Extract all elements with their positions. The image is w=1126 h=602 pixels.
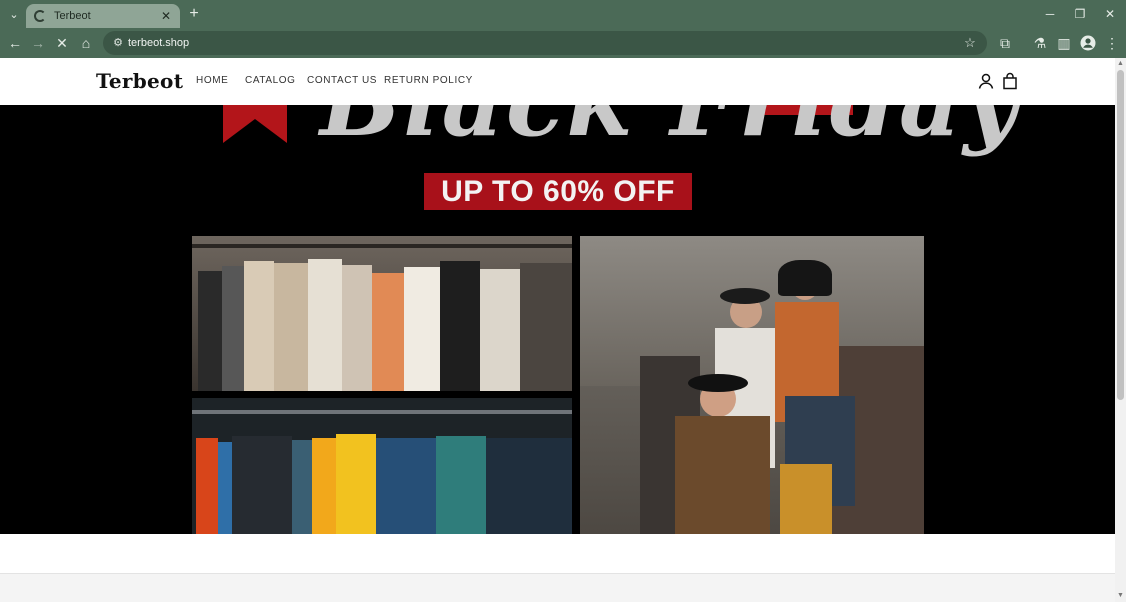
home-icon[interactable]: ⌂ — [75, 32, 97, 54]
side-panel-icon[interactable]: ▥ — [1053, 32, 1075, 54]
new-tab-icon[interactable]: + — [184, 4, 204, 24]
loading-spinner-icon — [34, 10, 46, 22]
scrollbar-thumb[interactable] — [1117, 70, 1124, 400]
hero-photo-clothing-rack — [192, 236, 572, 391]
extensions-icon[interactable]: ⧉ — [994, 32, 1016, 54]
minimize-icon[interactable]: ─ — [1035, 0, 1065, 28]
hero-photo-colorful-rack — [192, 398, 572, 534]
account-icon[interactable] — [977, 72, 995, 90]
nav-return-policy[interactable]: RETURN POLICY — [384, 75, 473, 86]
cart-bag-icon[interactable] — [1001, 72, 1019, 90]
site-info-icon[interactable]: ⚙ — [110, 35, 126, 51]
restore-icon[interactable]: ❐ — [1065, 0, 1095, 28]
hero-banner[interactable]: Black Friday UP TO 60% OFF — [0, 105, 1115, 534]
page-viewport: Terbeot HOME CATALOG CONTACT US RETURN P… — [0, 58, 1115, 602]
hero-script-heading: Black Friday — [320, 105, 1021, 158]
browser-menu-icon[interactable]: ⋮ — [1101, 32, 1123, 54]
content-section — [0, 534, 1115, 574]
promo-badge: UP TO 60% OFF — [424, 173, 692, 210]
site-header: Terbeot HOME CATALOG CONTACT US RETURN P… — [0, 58, 1115, 105]
tab-search-chevron-icon[interactable]: ⌄ — [4, 4, 24, 24]
ribbon-notch — [223, 119, 287, 143]
address-bar[interactable]: ⚙ terbeot.shop ☆ — [103, 31, 987, 55]
forward-icon[interactable]: → — [27, 32, 49, 54]
nav-contact-us[interactable]: CONTACT US — [307, 75, 377, 86]
url-text[interactable]: terbeot.shop — [128, 35, 189, 51]
site-logo[interactable]: Terbeot — [96, 69, 183, 93]
tab-close-icon[interactable]: ✕ — [158, 9, 174, 23]
labs-flask-icon[interactable]: ⚗ — [1029, 32, 1051, 54]
tab-title: Terbeot — [54, 10, 91, 22]
scroll-up-icon[interactable]: ▲ — [1117, 60, 1124, 67]
close-window-icon[interactable]: ✕ — [1095, 0, 1125, 28]
nav-home[interactable]: HOME — [196, 75, 228, 86]
browser-toolbar: ← → ✕ ⌂ ⚙ terbeot.shop ☆ ⧉ ⚗ ▥ ⋮ — [0, 28, 1126, 58]
profile-avatar-icon[interactable] — [1077, 32, 1099, 54]
browser-titlebar: ⌄ Terbeot ✕ + ─ ❐ ✕ — [0, 0, 1126, 28]
scroll-down-icon[interactable]: ▼ — [1117, 592, 1124, 599]
back-icon[interactable]: ← — [4, 32, 26, 54]
nav-catalog[interactable]: CATALOG — [245, 75, 296, 86]
bookmark-star-icon[interactable]: ☆ — [961, 34, 979, 52]
stop-loading-icon[interactable]: ✕ — [51, 32, 73, 54]
browser-tab[interactable]: Terbeot ✕ — [26, 4, 180, 28]
hero-photo-models — [580, 236, 924, 534]
